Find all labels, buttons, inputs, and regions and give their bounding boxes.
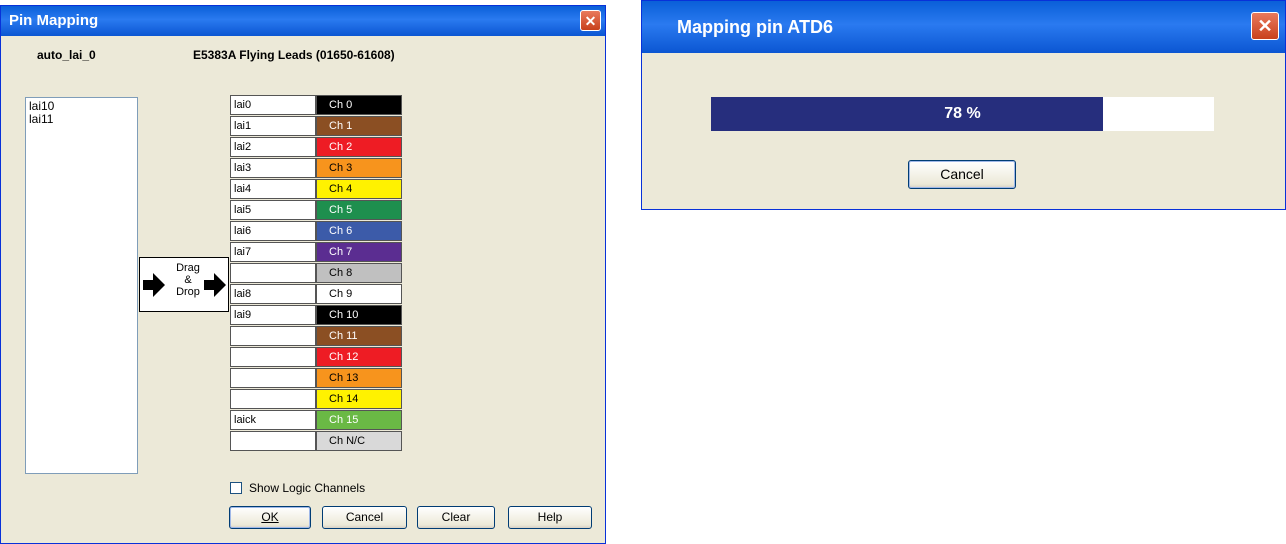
channel-cell: Ch 2 — [316, 137, 402, 157]
channel-row: lai5 Ch 5 — [230, 200, 402, 220]
pin-cell[interactable] — [230, 431, 316, 451]
help-button[interactable]: Help — [508, 506, 592, 529]
close-icon[interactable]: ✕ — [580, 10, 601, 31]
channel-row: lai4 Ch 4 — [230, 179, 402, 199]
channel-cell: Ch 1 — [316, 116, 402, 136]
cancel-button[interactable]: Cancel — [322, 506, 407, 529]
drag-label-line-2: & — [184, 274, 192, 286]
list-item[interactable]: lai11 — [29, 113, 134, 126]
pin-mapping-titlebar[interactable]: Pin Mapping — [1, 6, 605, 36]
drag-drop-label: Drag & Drop — [168, 262, 208, 298]
pin-cell[interactable] — [230, 263, 316, 283]
progress-cancel-button[interactable]: Cancel — [908, 160, 1016, 189]
channel-row: lai2 Ch 2 — [230, 137, 402, 157]
channel-cell: Ch 11 — [316, 326, 402, 346]
pin-cell[interactable] — [230, 326, 316, 346]
pin-cell[interactable]: lai8 — [230, 284, 316, 304]
ok-button-label: OK — [261, 510, 279, 524]
channel-cell: Ch 13 — [316, 368, 402, 388]
cancel-button-label: Cancel — [345, 510, 384, 524]
channel-cell: Ch 9 — [316, 284, 402, 304]
channel-cell: Ch 6 — [316, 221, 402, 241]
channel-row: Ch 14 — [230, 389, 402, 409]
pin-cell[interactable]: lai5 — [230, 200, 316, 220]
channel-row: lai0 Ch 0 — [230, 95, 402, 115]
channel-row: lai8 Ch 9 — [230, 284, 402, 304]
pin-cell[interactable] — [230, 347, 316, 367]
progress-percent-text: 78 % — [944, 105, 981, 122]
progress-bar: 78 % — [711, 97, 1214, 131]
drag-label-line-1: Drag — [176, 262, 200, 274]
drag-label-line-3: Drop — [176, 286, 200, 298]
arrow-right-icon — [204, 273, 226, 297]
progress-title: Mapping pin ATD6 — [677, 17, 833, 37]
channel-mapping-grid: lai0 Ch 0 lai1 Ch 1 lai2 Ch 2 lai3 Ch 3 lai4 Ch 4… — [230, 95, 402, 455]
pin-mapping-dialog: Pin Mapping ✕ auto_lai_0 E5383A Flying L… — [0, 5, 606, 544]
channel-cell: Ch 8 — [316, 263, 402, 283]
channel-cell: Ch 5 — [316, 200, 402, 220]
channel-cell: Ch 12 — [316, 347, 402, 367]
channel-row: Ch N/C — [230, 431, 402, 451]
channel-row: lai6 Ch 6 — [230, 221, 402, 241]
channel-row: lai7 Ch 7 — [230, 242, 402, 262]
module-name-label: auto_lai_0 — [37, 48, 96, 62]
drag-drop-indicator: Drag & Drop — [139, 257, 229, 312]
pin-cell[interactable]: laick — [230, 410, 316, 430]
channel-row: Ch 11 — [230, 326, 402, 346]
pin-cell[interactable] — [230, 389, 316, 409]
channel-row: lai1 Ch 1 — [230, 116, 402, 136]
show-logic-channels-checkbox[interactable] — [230, 482, 242, 494]
channel-cell: Ch 10 — [316, 305, 402, 325]
channel-cell: Ch N/C — [316, 431, 402, 451]
ok-button[interactable]: OK — [229, 506, 311, 529]
show-logic-channels-label: Show Logic Channels — [249, 481, 366, 495]
unassigned-pins-list[interactable]: lai10 lai11 — [25, 97, 138, 474]
progress-cancel-label: Cancel — [940, 166, 984, 182]
channel-row: Ch 8 — [230, 263, 402, 283]
channel-row: lai9 Ch 10 — [230, 305, 402, 325]
channel-cell: Ch 4 — [316, 179, 402, 199]
pin-cell[interactable]: lai4 — [230, 179, 316, 199]
progress-titlebar[interactable]: Mapping pin ATD6 — [642, 1, 1285, 53]
close-icon[interactable]: ✕ — [1251, 12, 1279, 40]
clear-button-label: Clear — [441, 510, 471, 524]
channel-cell: Ch 7 — [316, 242, 402, 262]
pin-cell[interactable]: lai9 — [230, 305, 316, 325]
channel-cell: Ch 14 — [316, 389, 402, 409]
channel-row: laick Ch 15 — [230, 410, 402, 430]
cable-name-label: E5383A Flying Leads (01650-61608) — [193, 48, 395, 62]
pin-cell[interactable]: lai3 — [230, 158, 316, 178]
pin-cell[interactable] — [230, 368, 316, 388]
channel-row: lai3 Ch 3 — [230, 158, 402, 178]
pin-cell[interactable]: lai2 — [230, 137, 316, 157]
clear-button[interactable]: Clear — [417, 506, 495, 529]
channel-cell: Ch 3 — [316, 158, 402, 178]
channel-row: Ch 13 — [230, 368, 402, 388]
arrow-right-icon — [143, 273, 165, 297]
pin-cell[interactable]: lai0 — [230, 95, 316, 115]
pin-cell[interactable]: lai1 — [230, 116, 316, 136]
pin-cell[interactable]: lai7 — [230, 242, 316, 262]
channel-row: Ch 12 — [230, 347, 402, 367]
channel-cell: Ch 15 — [316, 410, 402, 430]
channel-cell: Ch 0 — [316, 95, 402, 115]
help-button-label: Help — [537, 510, 563, 524]
pin-cell[interactable]: lai6 — [230, 221, 316, 241]
pin-mapping-title: Pin Mapping — [9, 12, 99, 29]
mapping-progress-dialog: Mapping pin ATD6 ✕ 78 % Cancel — [641, 0, 1286, 210]
